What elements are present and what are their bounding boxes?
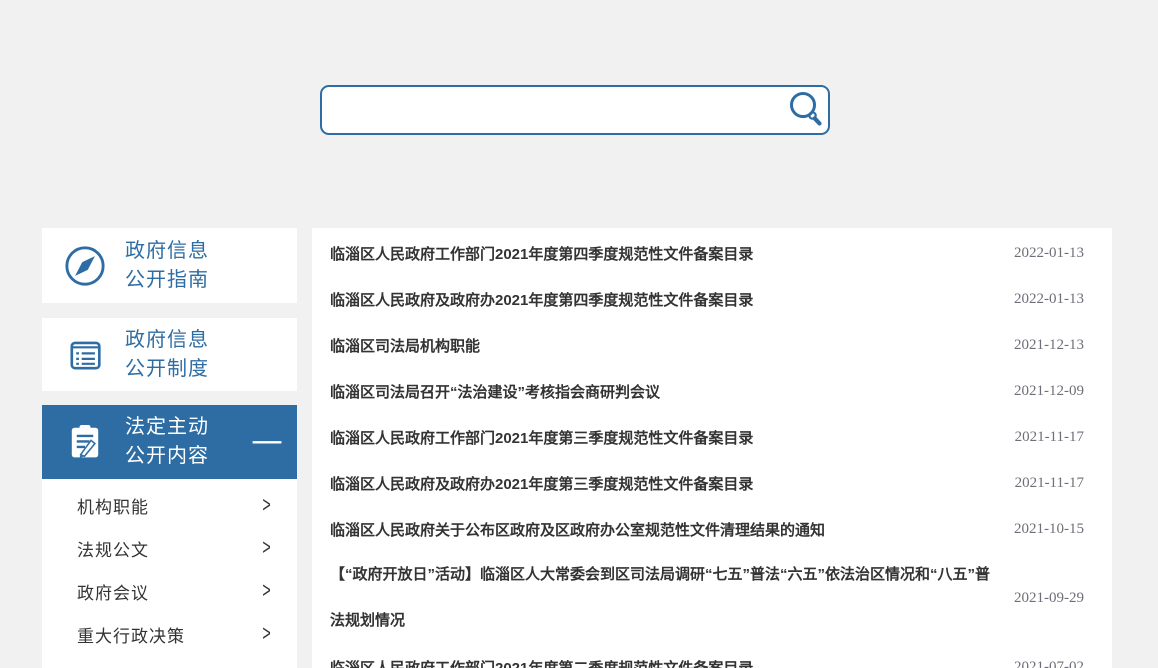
sidebar-item-disclosure-guide[interactable]: 政府信息 公开指南 (42, 228, 297, 303)
article-title: 临淄区人民政府工作部门2021年度第四季度规范性文件备案目录 (330, 243, 753, 264)
sidebar-item-disclosure-system[interactable]: 政府信息 公开制度 (42, 318, 297, 391)
article-date: 2022-01-13 (994, 245, 1084, 262)
list-item[interactable]: 临淄区人民政府工作部门2021年度第三季度规范性文件备案目录 2021-11-1… (312, 414, 1112, 460)
chevron-right-icon: > (262, 536, 270, 561)
list-item[interactable]: 临淄区司法局召开“法治建设”考核指会商研判会议 2021-12-09 (312, 368, 1112, 414)
search-icon (787, 115, 823, 130)
submenu-item-plans[interactable]: 规划计划 > (42, 656, 297, 668)
chevron-right-icon: > (262, 579, 270, 604)
list-item[interactable]: 临淄区司法局机构职能 2021-12-13 (312, 322, 1112, 368)
article-title: 临淄区人民政府关于公布区政府及区政府办公室规范性文件清理结果的通知 (330, 519, 825, 540)
article-title: 临淄区司法局召开“法治建设”考核指会商研判会议 (330, 381, 660, 402)
collapse-minus-icon[interactable]: — (253, 430, 282, 454)
article-date: 2021-12-13 (994, 337, 1084, 354)
article-title: 【“政府开放日”活动】临淄区人大常委会到区司法局调研“七五”普法“六五”依法治区… (330, 552, 994, 644)
list-item[interactable]: 临淄区人民政府关于公布区政府及区政府办公室规范性文件清理结果的通知 2021-1… (312, 506, 1112, 552)
submenu-label: 法规公文 (77, 536, 149, 561)
chevron-right-icon: > (262, 493, 270, 518)
sidebar-submenu: 机构职能 > 法规公文 > 政府会议 > 重大行政决策 > 规划计划 > (42, 479, 297, 668)
submenu-item-major-decisions[interactable]: 重大行政决策 > (42, 613, 297, 656)
article-date: 2021-07-02 (994, 659, 1084, 668)
article-title: 临淄区人民政府及政府办2021年度第四季度规范性文件备案目录 (330, 289, 753, 310)
article-title: 临淄区人民政府工作部门2021年度第二季度规范性文件备案目录 (330, 657, 753, 668)
government-info-page: { "colors":{ "accent":"#2e6da4", "page_b… (0, 0, 1158, 668)
chevron-right-icon: > (262, 622, 270, 647)
compass-icon (63, 244, 107, 288)
list-item[interactable]: 【“政府开放日”活动】临淄区人大常委会到区司法局调研“七五”普法“六五”依法治区… (312, 552, 1112, 644)
article-list: 临淄区人民政府工作部门2021年度第四季度规范性文件备案目录 2022-01-1… (312, 228, 1112, 668)
list-item[interactable]: 临淄区人民政府及政府办2021年度第四季度规范性文件备案目录 2022-01-1… (312, 276, 1112, 322)
sidebar-item-statutory-disclosure[interactable]: 法定主动 公开内容 — (42, 405, 297, 479)
article-date: 2021-11-17 (995, 475, 1084, 492)
sidebar-item-label: 法定主动 公开内容 (125, 413, 209, 471)
list-item[interactable]: 临淄区人民政府工作部门2021年度第二季度规范性文件备案目录 2021-07-0… (312, 644, 1112, 668)
sidebar-item-label: 政府信息 公开制度 (125, 326, 209, 384)
list-item[interactable]: 临淄区人民政府工作部门2021年度第四季度规范性文件备案目录 2022-01-1… (312, 230, 1112, 276)
article-date: 2021-12-09 (994, 383, 1084, 400)
article-date: 2021-09-29 (994, 590, 1084, 607)
search-bar (320, 85, 830, 135)
submenu-label: 机构职能 (77, 493, 149, 518)
submenu-label: 政府会议 (77, 579, 149, 604)
article-date: 2021-11-17 (995, 429, 1084, 446)
sidebar: 政府信息 公开指南 政府信息 公开制度 (42, 228, 297, 668)
submenu-item-organization[interactable]: 机构职能 > (42, 484, 297, 527)
document-list-icon (63, 333, 107, 377)
article-title: 临淄区司法局机构职能 (330, 335, 480, 356)
search-input[interactable] (320, 85, 830, 135)
submenu-item-meetings[interactable]: 政府会议 > (42, 570, 297, 613)
submenu-item-regulations[interactable]: 法规公文 > (42, 527, 297, 570)
article-date: 2021-10-15 (994, 521, 1084, 538)
sidebar-item-label: 政府信息 公开指南 (125, 237, 209, 295)
list-item[interactable]: 临淄区人民政府及政府办2021年度第三季度规范性文件备案目录 2021-11-1… (312, 460, 1112, 506)
article-title: 临淄区人民政府工作部门2021年度第三季度规范性文件备案目录 (330, 427, 753, 448)
submenu-label: 重大行政决策 (77, 622, 185, 647)
article-date: 2022-01-13 (994, 291, 1084, 308)
clipboard-pen-icon (63, 420, 107, 464)
search-button[interactable] (786, 91, 824, 129)
article-title: 临淄区人民政府及政府办2021年度第三季度规范性文件备案目录 (330, 473, 753, 494)
